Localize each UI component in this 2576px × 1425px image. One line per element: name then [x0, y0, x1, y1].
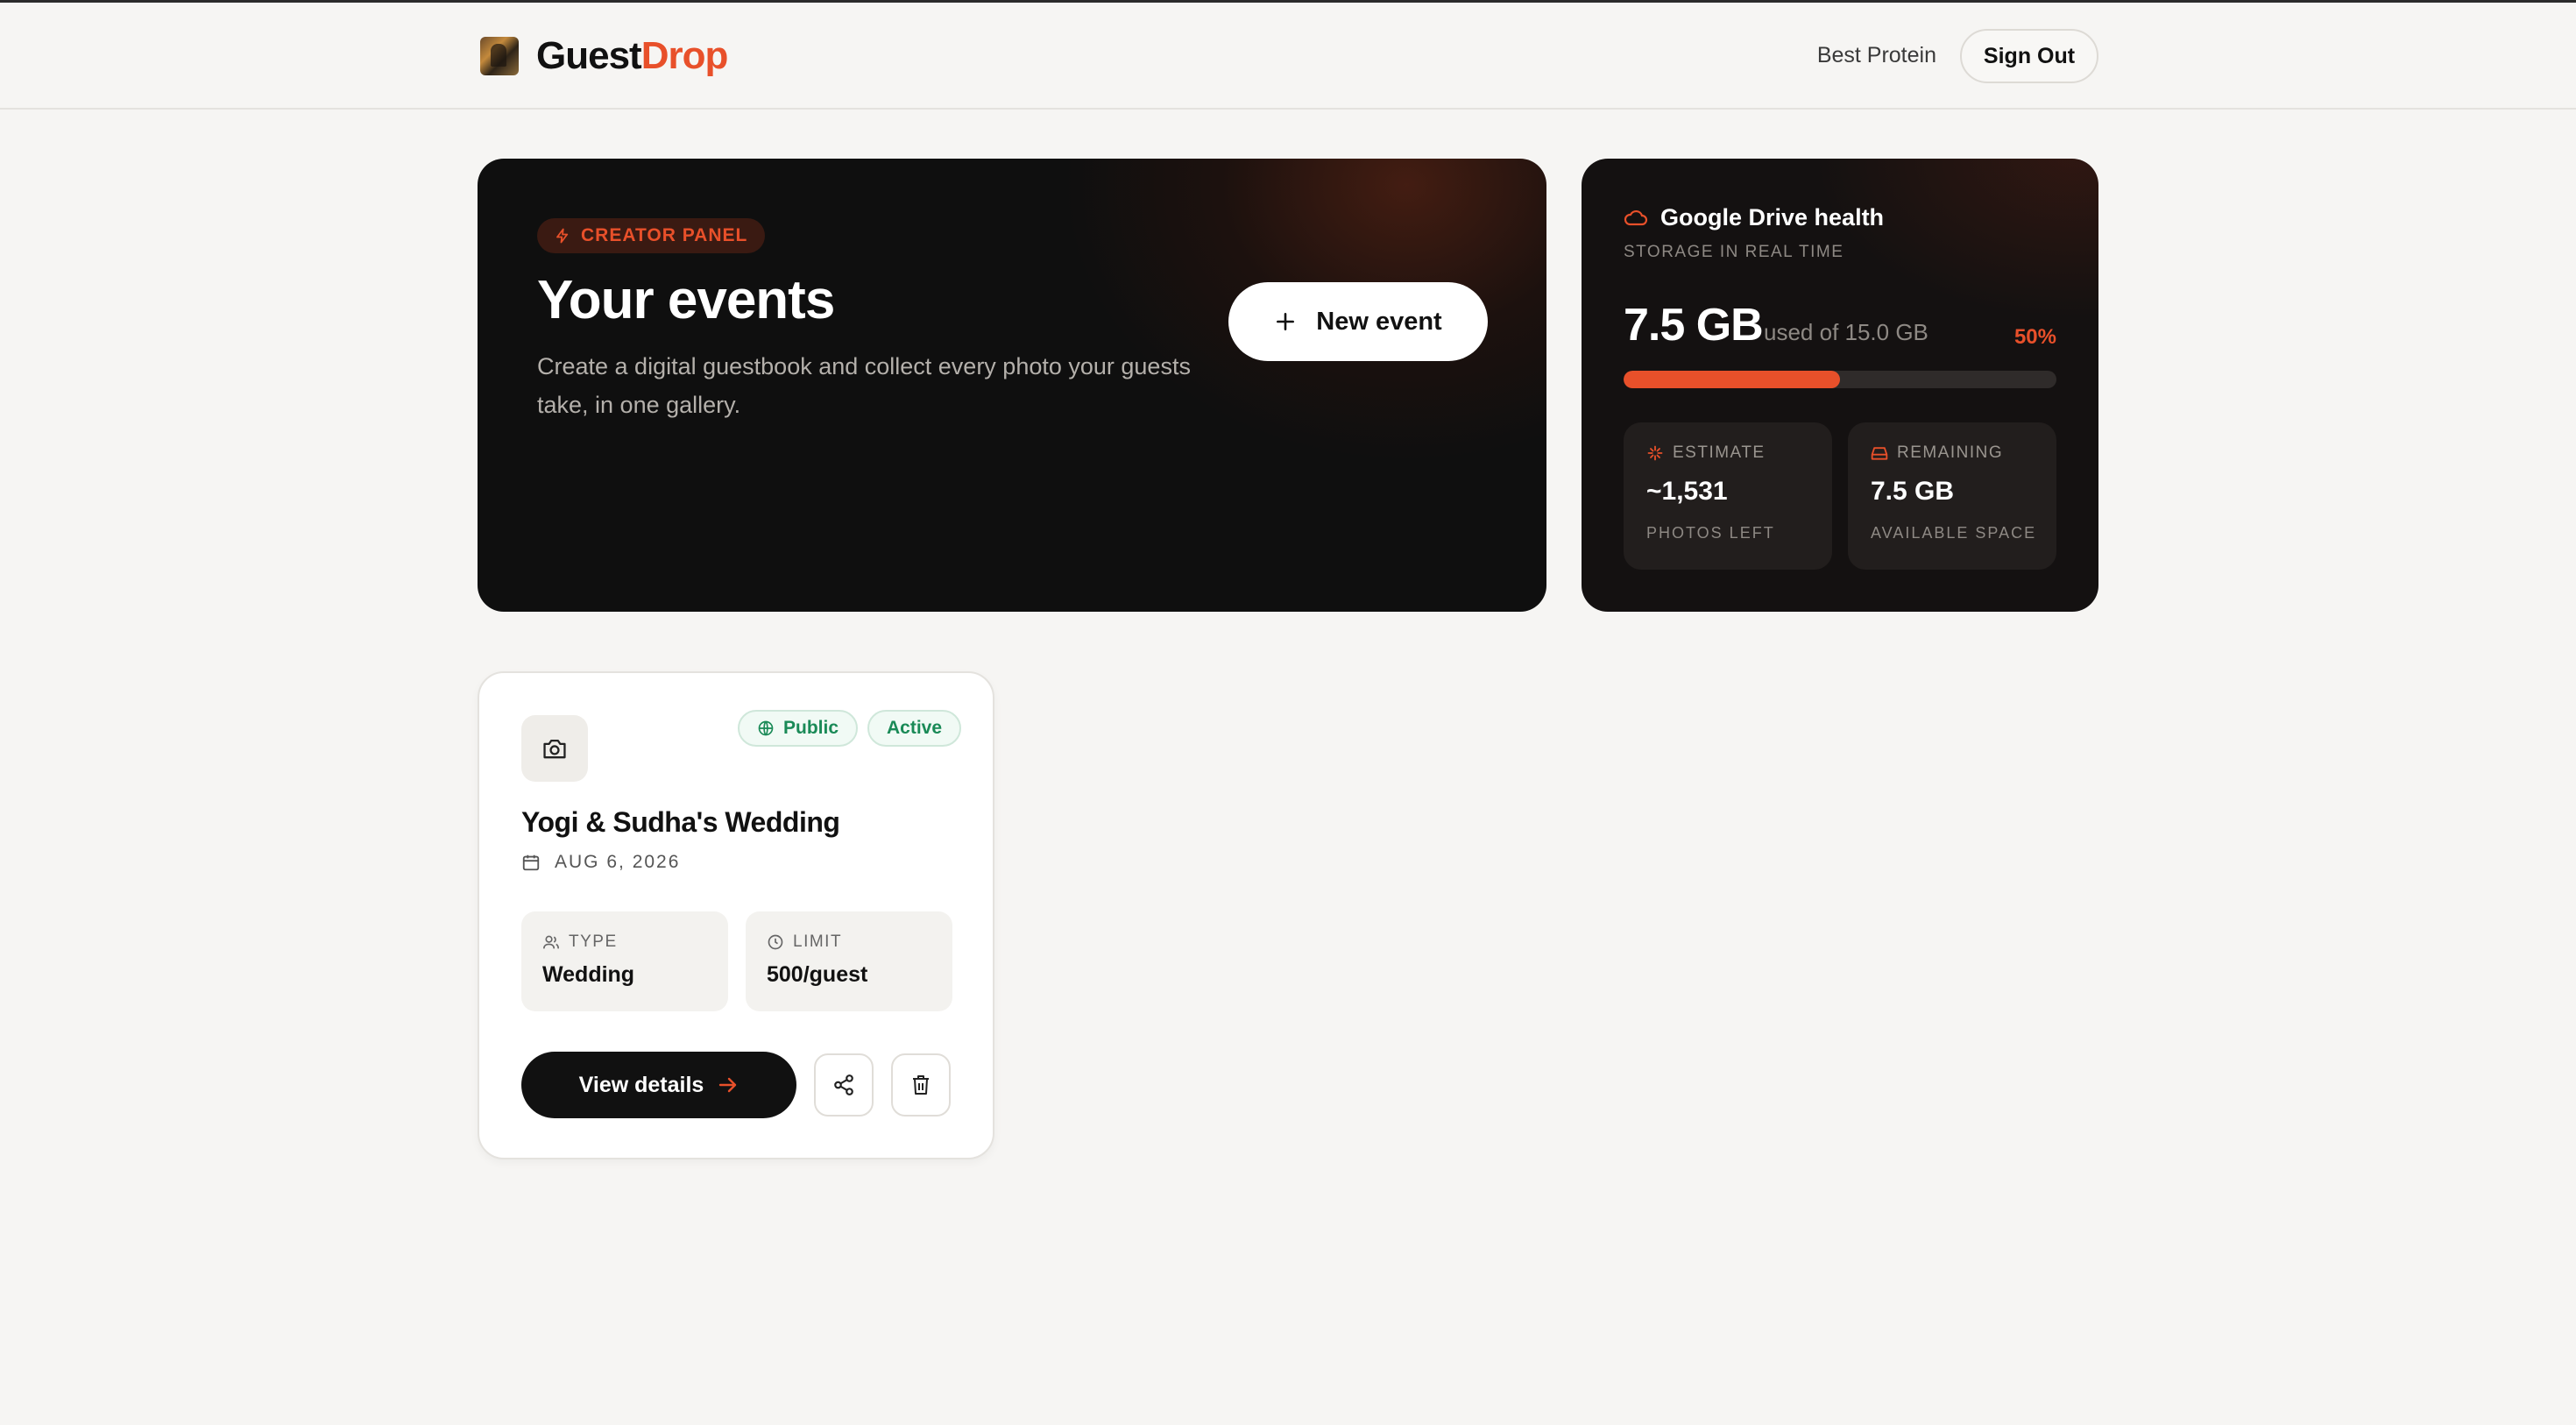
- share-button[interactable]: [814, 1053, 874, 1117]
- brand-name-part2: Drop: [640, 34, 729, 77]
- event-limit-label-row: LIMIT: [767, 932, 842, 952]
- event-date: AUG 6, 2026: [521, 852, 680, 873]
- event-type-label-row: TYPE: [542, 932, 618, 952]
- storage-total-label: used of 15.0 GB: [1764, 319, 1928, 345]
- creator-panel-badge-label: CREATOR PANEL: [581, 225, 748, 245]
- visibility-label: Public: [783, 718, 839, 738]
- hero-description: Create a digital guestbook and collect e…: [537, 353, 1191, 418]
- drive-health-panel: Google Drive health STORAGE IN REAL TIME…: [1582, 159, 2098, 612]
- storage-progress-fill: [1624, 371, 1840, 388]
- page-title: Your events: [537, 270, 835, 330]
- drive-health-header: Google Drive health: [1624, 204, 1884, 231]
- status-badge: Active: [867, 710, 962, 747]
- brand-name: GuestDrop: [536, 34, 729, 78]
- remaining-card: REMAINING 7.5 GB AVAILABLE SPACE: [1848, 422, 2056, 570]
- share-icon: [834, 1074, 853, 1095]
- brand-name-part1: Guest: [536, 34, 642, 77]
- estimate-card: ESTIMATE ~1,531 PHOTOS LEFT: [1624, 422, 1832, 570]
- event-limit-value: 500/guest: [767, 962, 868, 987]
- drive-icon: [1871, 447, 1888, 460]
- storage-percent: 50%: [2013, 325, 2056, 349]
- storage-progress-bar: [1624, 371, 2056, 388]
- event-limit-label: LIMIT: [793, 932, 843, 951]
- app-header: GuestDrop Best Protein Sign Out: [0, 3, 2576, 110]
- event-type-label: TYPE: [569, 932, 618, 951]
- creator-panel: CREATOR PANEL Your events Create a digit…: [478, 159, 1546, 612]
- bolt-icon: [556, 228, 569, 244]
- plus-icon: [1277, 313, 1295, 330]
- event-limit-card: LIMIT 500/guest: [746, 911, 952, 1011]
- storage-used-value: 7.5 GB: [1624, 300, 1764, 351]
- calendar-icon: [522, 854, 540, 871]
- visibility-badge: Public: [738, 710, 859, 747]
- trash-icon: [913, 1075, 929, 1095]
- delete-button[interactable]: [891, 1053, 951, 1117]
- estimate-value: ~1,531: [1646, 477, 1728, 506]
- brand-logo: [480, 37, 519, 75]
- globe-icon: [758, 720, 774, 736]
- new-event-button[interactable]: New event: [1228, 282, 1488, 361]
- view-details-label: View details: [578, 1072, 704, 1097]
- drive-health-subtitle: STORAGE IN REAL TIME: [1624, 243, 1844, 261]
- brand[interactable]: GuestDrop: [480, 34, 729, 78]
- event-card[interactable]: Public Active Yogi & Sudha's Wedding AUG…: [478, 671, 994, 1159]
- sparkle-icon: [1647, 445, 1663, 461]
- cloud-icon: [1624, 209, 1648, 225]
- remaining-sub: AVAILABLE SPACE: [1871, 524, 2037, 542]
- user-name: Best Protein: [1816, 43, 1936, 67]
- remaining-label-row: REMAINING: [1871, 443, 2003, 463]
- drive-health-title: Google Drive health: [1660, 204, 1885, 230]
- event-type-card: TYPE Wedding: [521, 911, 728, 1011]
- event-thumbnail: [521, 715, 588, 782]
- arrow-right-icon: [719, 1077, 737, 1093]
- view-details-button[interactable]: View details: [521, 1052, 796, 1118]
- estimate-sub: PHOTOS LEFT: [1646, 524, 1775, 542]
- estimate-label: ESTIMATE: [1673, 443, 1766, 462]
- camera-icon: [543, 739, 566, 759]
- sign-out-button[interactable]: Sign Out: [1960, 29, 2098, 83]
- creator-panel-badge: CREATOR PANEL: [537, 218, 766, 253]
- event-type-value: Wedding: [542, 962, 635, 987]
- remaining-label: REMAINING: [1897, 443, 2004, 462]
- event-title: Yogi & Sudha's Wedding: [521, 806, 840, 838]
- event-date-text: AUG 6, 2026: [555, 852, 681, 872]
- estimate-label-row: ESTIMATE: [1646, 443, 1766, 463]
- new-event-label: New event: [1316, 307, 1442, 336]
- clock-icon: [768, 934, 783, 950]
- remaining-value: 7.5 GB: [1871, 477, 1955, 506]
- users-icon: [543, 935, 559, 949]
